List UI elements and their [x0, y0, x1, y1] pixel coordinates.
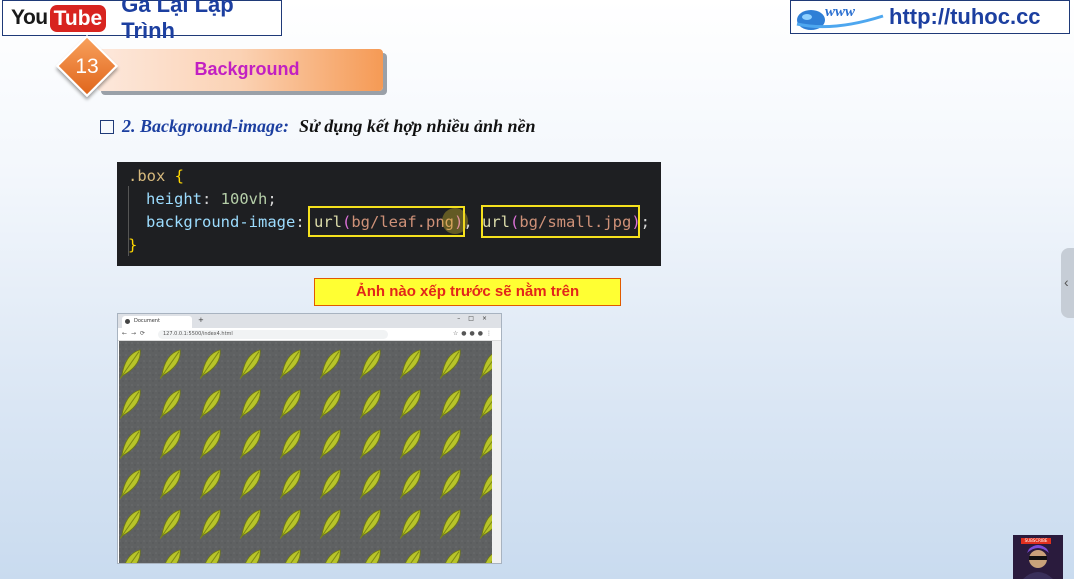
code-value-height: 100vh [220, 190, 268, 208]
browser-scrollbar[interactable] [492, 341, 501, 563]
website-url[interactable]: http://tuhoc.cc [889, 4, 1041, 30]
channel-header: You Tube Gà Lại Lập Trình [2, 0, 282, 43]
browser-address-bar: ←→⟳ 127.0.0.1:5500/index4.html ☆●●●⋮ [118, 328, 501, 341]
address-input[interactable]: 127.0.0.1:5500/index4.html [158, 330, 388, 339]
side-panel-handle[interactable]: ‹ [1061, 248, 1074, 318]
slide-title-banner: Background [97, 49, 383, 91]
www-globe-icon: www [793, 2, 885, 32]
mouse-cursor-icon [442, 208, 468, 234]
browser-screenshot: Document + –□× ←→⟳ 127.0.0.1:5500/index4… [117, 313, 502, 564]
new-tab-icon[interactable]: + [198, 316, 204, 324]
chevron-left-icon: ‹ [1064, 274, 1069, 290]
tab-favicon-icon [125, 319, 130, 324]
youtube-logo: You Tube [11, 4, 107, 32]
window-controls[interactable]: –□× [457, 315, 495, 322]
code-prop-background-image: background-image [146, 213, 296, 231]
code-selector: .box [128, 167, 166, 185]
toolbar-icons[interactable]: ☆●●●⋮ [453, 330, 495, 337]
slide-title: Background [194, 59, 300, 79]
indent-guide [128, 186, 129, 256]
subscribe-badge: SUBSCRIBE [1021, 538, 1051, 544]
leaf-background-pattern [119, 341, 492, 563]
website-header: www http://tuhoc.cc [790, 0, 1070, 34]
code-close-brace: } [128, 236, 138, 254]
heading-topic: 2. Background-image: [122, 116, 290, 136]
section-heading: 2. Background-image: Sử dụng kết hợp nhi… [100, 116, 536, 137]
youtube-logo-you: You [11, 6, 48, 29]
youtube-logo-tube: Tube [49, 4, 107, 32]
page-viewport [119, 341, 492, 563]
note-callout: Ảnh nào xếp trước sẽ nằm trên [314, 278, 621, 306]
code-open-brace: { [174, 167, 185, 185]
highlight-box-url2 [481, 205, 640, 238]
tab-title: Document [134, 318, 160, 324]
bullet-square-icon [100, 119, 114, 134]
code-prop-height: height [146, 190, 202, 208]
nav-buttons-icon[interactable]: ←→⟳ [122, 330, 149, 337]
channel-name: Gà Lại Lập Trình [121, 0, 234, 43]
heading-description: Sử dụng kết hợp nhiều ảnh nền [299, 116, 536, 136]
www-logo-text: www [825, 4, 856, 20]
slide-number: 13 [75, 55, 99, 78]
subscribe-avatar[interactable]: SUBSCRIBE [1013, 535, 1063, 579]
browser-tab[interactable]: Document [122, 316, 192, 328]
code-line-1: .box { [128, 165, 661, 188]
browser-tab-bar: Document + –□× [118, 314, 501, 328]
